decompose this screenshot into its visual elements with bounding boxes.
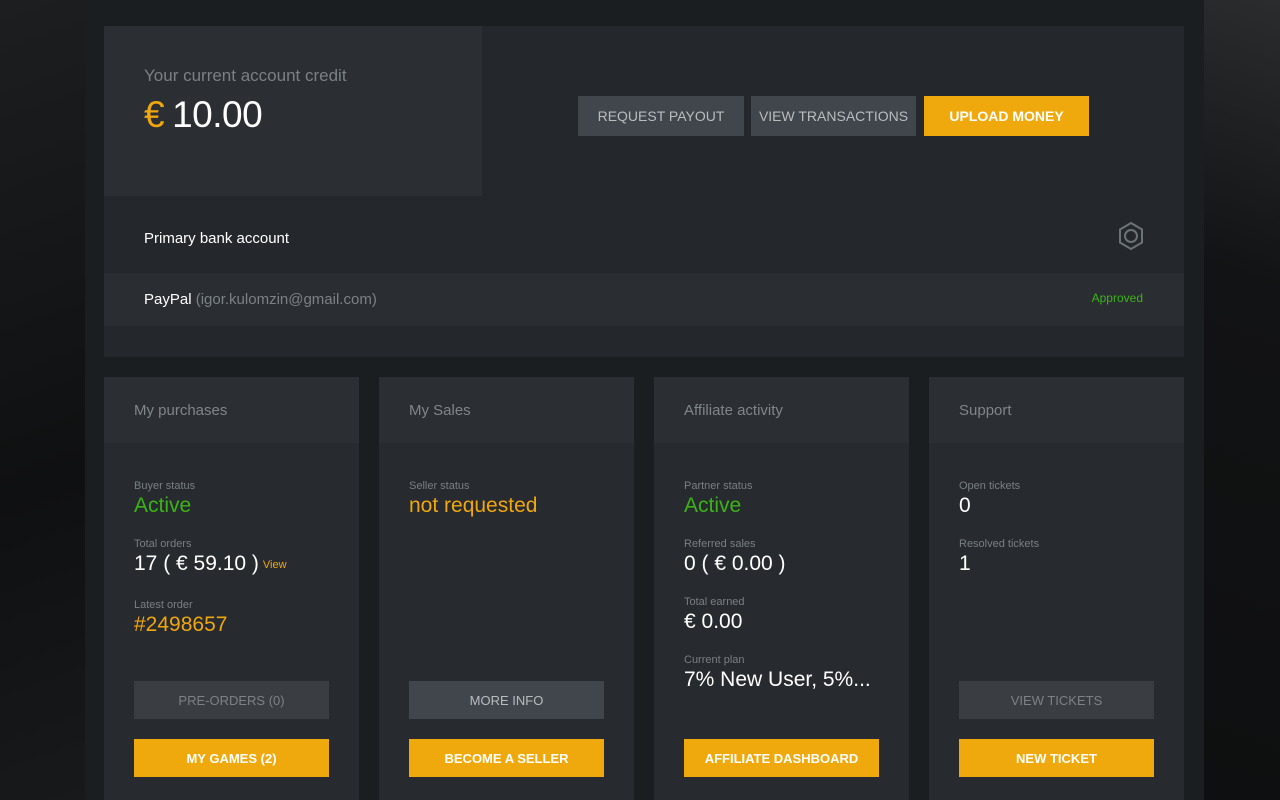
referred-sales: 0 ( € 0.00 ) — [684, 552, 786, 575]
view-orders-link[interactable]: View — [263, 559, 287, 571]
account-credit-panel: Your current account credit €10.00 REQUE… — [104, 26, 1184, 357]
total-orders-label: Total orders — [134, 538, 192, 550]
current-plan-label: Current plan — [684, 654, 745, 666]
total-earned-label: Total earned — [684, 596, 745, 608]
request-payout-button[interactable]: REQUEST PAYOUT — [578, 96, 744, 136]
buyer-status: Active — [134, 494, 192, 517]
background-right — [1204, 0, 1280, 800]
bank-account-details: PayPal (igor.kulomzin@gmail.com) — [144, 291, 377, 308]
bank-email: (igor.kulomzin@gmail.com) — [195, 291, 377, 308]
credit-label: Your current account credit — [144, 66, 347, 85]
credit-amount: €10.00 — [144, 94, 263, 136]
open-tickets: 0 — [959, 494, 971, 517]
credit-value: 10.00 — [172, 94, 263, 135]
card-affiliate-activity: Affiliate activity Partner status Active… — [654, 377, 909, 800]
partner-status: Active — [684, 494, 742, 517]
current-plan: 7% New User, 5%... — [684, 668, 871, 691]
card-title: Affiliate activity — [684, 402, 783, 419]
card-header: Support — [929, 377, 1184, 443]
pre-orders-button[interactable]: PRE-ORDERS (0) — [134, 681, 329, 719]
affiliate-dashboard-button[interactable]: AFFILIATE DASHBOARD — [684, 739, 879, 777]
card-header: Affiliate activity — [654, 377, 909, 443]
card-title: My Sales — [409, 402, 471, 419]
credit-summary: Your current account credit €10.00 — [104, 26, 482, 196]
more-info-button[interactable]: MORE INFO — [409, 681, 604, 719]
view-transactions-button[interactable]: VIEW TRANSACTIONS — [751, 96, 916, 136]
latest-order-label: Latest order — [134, 599, 193, 611]
card-support: Support Open tickets 0 Resolved tickets … — [929, 377, 1184, 800]
total-orders: 17 ( € 59.10 ) View — [134, 552, 287, 576]
my-games-button[interactable]: MY GAMES (2) — [134, 739, 329, 777]
card-header: My Sales — [379, 377, 634, 443]
status-badge: Approved — [1091, 291, 1143, 305]
become-seller-button[interactable]: BECOME A SELLER — [409, 739, 604, 777]
bank-method: PayPal — [144, 291, 192, 308]
card-my-purchases: My purchases Buyer status Active Total o… — [104, 377, 359, 800]
card-my-sales: My Sales Seller status not requested MOR… — [379, 377, 634, 800]
bank-account-title: Primary bank account — [144, 230, 290, 247]
seller-status-label: Seller status — [409, 480, 470, 492]
currency-symbol: € — [144, 94, 165, 135]
total-orders-value: 17 ( € 59.10 ) — [134, 552, 259, 575]
card-title: Support — [959, 402, 1012, 419]
bank-account-row: PayPal (igor.kulomzin@gmail.com) Approve… — [104, 273, 1184, 326]
partner-status-label: Partner status — [684, 480, 753, 492]
buyer-status-label: Buyer status — [134, 480, 196, 492]
open-tickets-label: Open tickets — [959, 480, 1021, 492]
referred-sales-label: Referred sales — [684, 538, 756, 550]
card-header: My purchases — [104, 377, 359, 443]
new-ticket-button[interactable]: NEW TICKET — [959, 739, 1154, 777]
upload-money-button[interactable]: UPLOAD MONEY — [924, 96, 1089, 136]
total-earned: € 0.00 — [684, 610, 743, 633]
background-left — [0, 0, 85, 800]
view-tickets-button[interactable]: VIEW TICKETS — [959, 681, 1154, 719]
card-title: My purchases — [134, 402, 228, 419]
seller-status: not requested — [409, 494, 538, 517]
latest-order-link[interactable]: #2498657 — [134, 613, 227, 637]
gear-icon[interactable] — [1116, 221, 1146, 251]
resolved-tickets-label: Resolved tickets — [959, 538, 1040, 550]
resolved-tickets: 1 — [959, 552, 971, 575]
